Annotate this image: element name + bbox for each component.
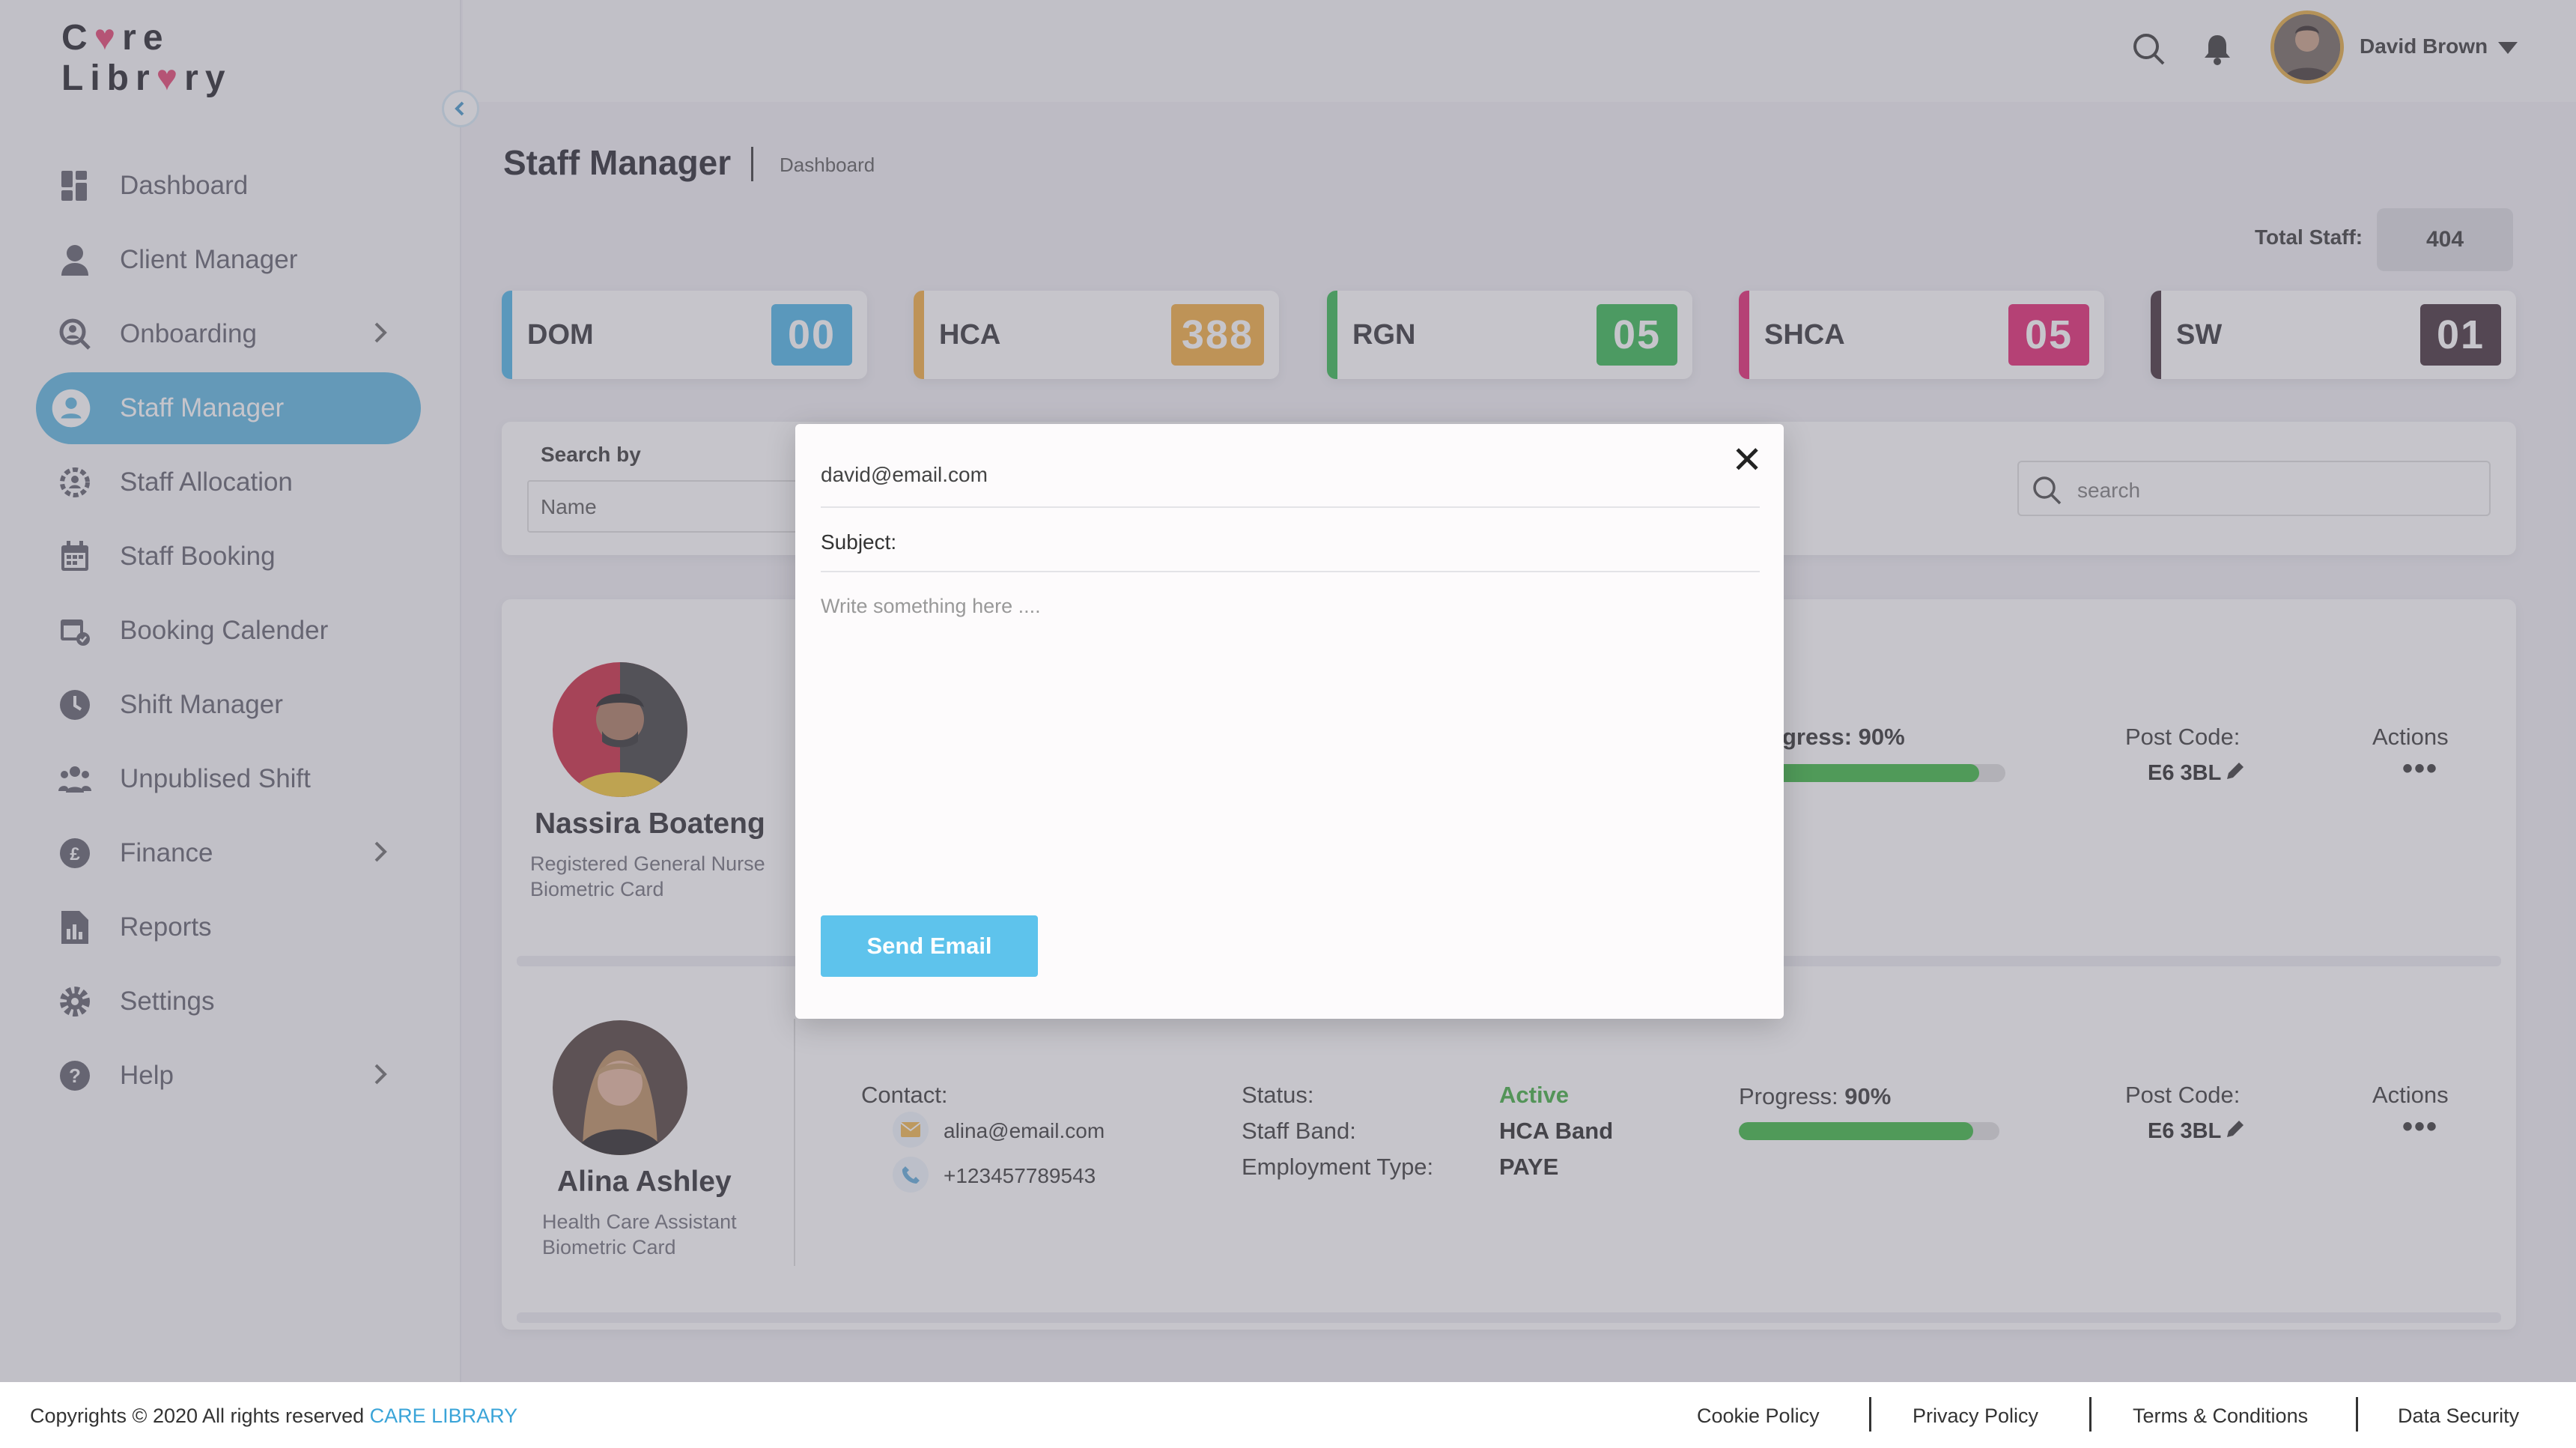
brand-link[interactable]: CARE LIBRARY	[370, 1405, 518, 1427]
footer-link-privacy-policy[interactable]: Privacy Policy	[1913, 1405, 2038, 1428]
footer: Copyrights © 2020 All rights reserved CA…	[0, 1382, 2576, 1448]
subject-field[interactable]: Subject:	[821, 530, 896, 554]
footer-link-terms[interactable]: Terms & Conditions	[2133, 1405, 2308, 1428]
field-divider	[821, 506, 1760, 508]
close-icon[interactable]: ✕	[1731, 441, 1763, 479]
email-modal: ✕ david@email.com Subject: Write somethi…	[795, 424, 1784, 1019]
footer-divider	[2089, 1397, 2092, 1432]
copyright: Copyrights © 2020 All rights reserved CA…	[30, 1405, 517, 1428]
footer-link-data-security[interactable]: Data Security	[2398, 1405, 2519, 1428]
message-textarea[interactable]: Write something here ....	[821, 595, 1041, 618]
footer-divider	[1869, 1397, 1871, 1432]
copyright-text: Copyrights © 2020 All rights reserved	[30, 1405, 365, 1427]
send-email-button[interactable]: Send Email	[821, 915, 1038, 977]
footer-divider	[2356, 1397, 2358, 1432]
email-to-field[interactable]: david@email.com	[821, 463, 988, 487]
field-divider	[821, 571, 1760, 572]
footer-link-cookie-policy[interactable]: Cookie Policy	[1697, 1405, 1820, 1428]
